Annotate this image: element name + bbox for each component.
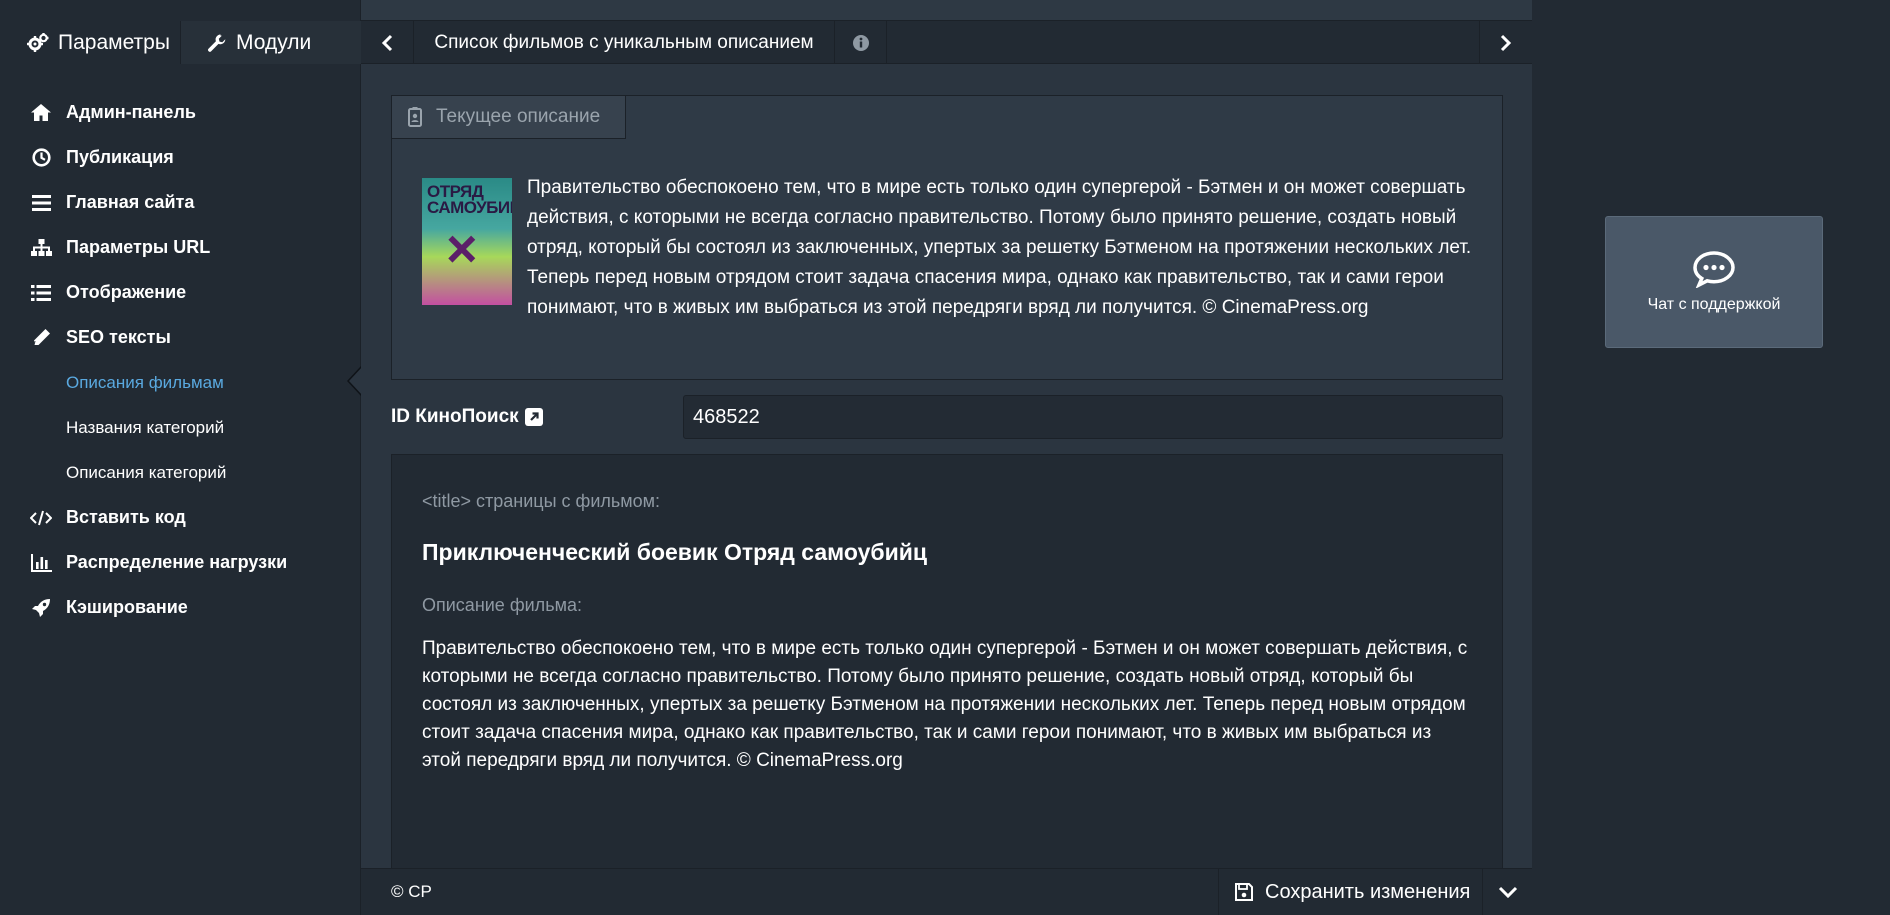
sidebar-item-publication[interactable]: Публикация [0,135,361,180]
copyright: © CP [391,882,432,901]
prev-page-button[interactable] [361,21,414,64]
sidebar-item-label: Параметры URL [66,237,211,257]
wrench-icon [207,33,227,53]
sidebar-item-label: Кэширование [66,597,188,617]
chevron-down-icon [1498,885,1518,899]
cogs-icon [27,32,49,53]
sidebar-item-label: Админ-панель [66,102,196,122]
support-chat-button[interactable]: Чат с поддержкой [1605,216,1823,348]
floppy-disk-icon [1235,883,1253,901]
sidebar-menu: Админ-панель Публикация Главная сайта Па… [0,90,361,630]
sidebar-item-label: Публикация [66,147,174,167]
external-link-icon[interactable] [524,408,543,426]
preview-title: Приключенческий боевик Отряд самоубийц [422,539,928,565]
current-description-text: Правительство обеспокоено тем, что в мир… [422,173,1482,323]
preview-description: Правительство обеспокоено тем, что в мир… [422,638,1468,771]
chevron-left-icon [381,34,393,52]
support-chat-label: Чат с поддержкой [1647,296,1781,313]
sidebar-subitem-film-descriptions[interactable]: Описания фильмам [0,360,361,405]
sidebar-item-insert-code[interactable]: Вставить код [0,495,361,540]
sidebar-item-label: Вставить код [66,507,186,527]
top-strip [361,0,1532,21]
main-content: Список фильмов с уникальным описанием Те… [361,0,1532,915]
tab-parameters-label: Параметры [58,30,170,54]
preview-title-label: <title> страницы с фильмом: [422,491,661,511]
sidebar-item-load-balancing[interactable]: Распределение нагрузки [0,540,361,585]
poster-spacer [422,173,527,303]
save-button[interactable]: Сохранить изменения [1218,869,1482,915]
footer-bar: © CP Сохранить изменения [361,868,1532,915]
sitemap-icon [30,237,52,259]
sidebar-item-admin-panel[interactable]: Админ-панель [0,90,361,135]
sidebar-item-label: Распределение нагрузки [66,552,288,572]
tab-modules-label: Модули [236,30,312,54]
page-nav-bar: Список фильмов с уникальным описанием [361,21,1532,64]
sidebar: Параметры Модули Админ-панель Публикация… [0,0,362,915]
sidebar-subitem-category-descriptions[interactable]: Описания категорий [0,450,361,495]
current-description-panel: Текущее описание ОТРЯД САМОУБИЙЦ × Прави… [391,95,1503,380]
sidebar-item-label: Отображение [66,282,187,302]
sidebar-subitem-category-names[interactable]: Названия категорий [0,405,361,450]
footer-expand-button[interactable] [1482,869,1532,915]
bars-icon [30,192,52,214]
sidebar-item-label: SEO тексты [66,327,171,347]
sidebar-item-display[interactable]: Отображение [0,270,361,315]
sidebar-item-label: Описания категорий [66,462,227,482]
sidebar-tabs: Параметры Модули [0,21,361,64]
kinopoisk-id-label-text: ID КиноПоиск [391,406,519,427]
home-icon [30,102,52,124]
clock-icon [30,147,52,169]
tab-modules[interactable]: Модули [180,21,361,64]
chat-bubble-icon [1692,250,1736,288]
sidebar-item-caching[interactable]: Кэширование [0,585,361,630]
bar-chart-icon [30,552,52,574]
sidebar-item-seo-texts[interactable]: SEO тексты [0,315,361,360]
current-description-header: Текущее описание [391,95,626,139]
save-button-label: Сохранить изменения [1265,880,1471,903]
sidebar-item-label: Названия категорий [66,417,225,437]
kinopoisk-id-input[interactable] [683,395,1503,439]
sidebar-item-site-home[interactable]: Главная сайта [0,180,361,225]
kinopoisk-id-label: ID КиноПоиск [391,404,543,430]
info-button[interactable] [835,21,887,64]
sidebar-item-url-params[interactable]: Параметры URL [0,225,361,270]
rocket-icon [30,597,52,619]
info-icon [852,34,870,52]
page-title: Список фильмов с уникальным описанием [414,21,835,64]
sidebar-item-label: Главная сайта [66,192,195,212]
tab-parameters[interactable]: Параметры [0,21,180,64]
current-description-title: Текущее описание [436,106,601,127]
list-icon [30,282,52,304]
current-description-body: Правительство обеспокоено тем, что в мир… [527,177,1472,318]
preview-description-label: Описание фильма: [422,595,582,615]
pencil-icon [30,327,52,349]
chevron-right-icon [1500,34,1512,52]
preview-panel: <title> страницы с фильмом: Приключенчес… [391,454,1503,874]
id-badge-icon [408,107,422,127]
code-icon [30,507,52,529]
sidebar-item-label: Описания фильмам [66,372,224,392]
next-page-button[interactable] [1479,21,1532,64]
